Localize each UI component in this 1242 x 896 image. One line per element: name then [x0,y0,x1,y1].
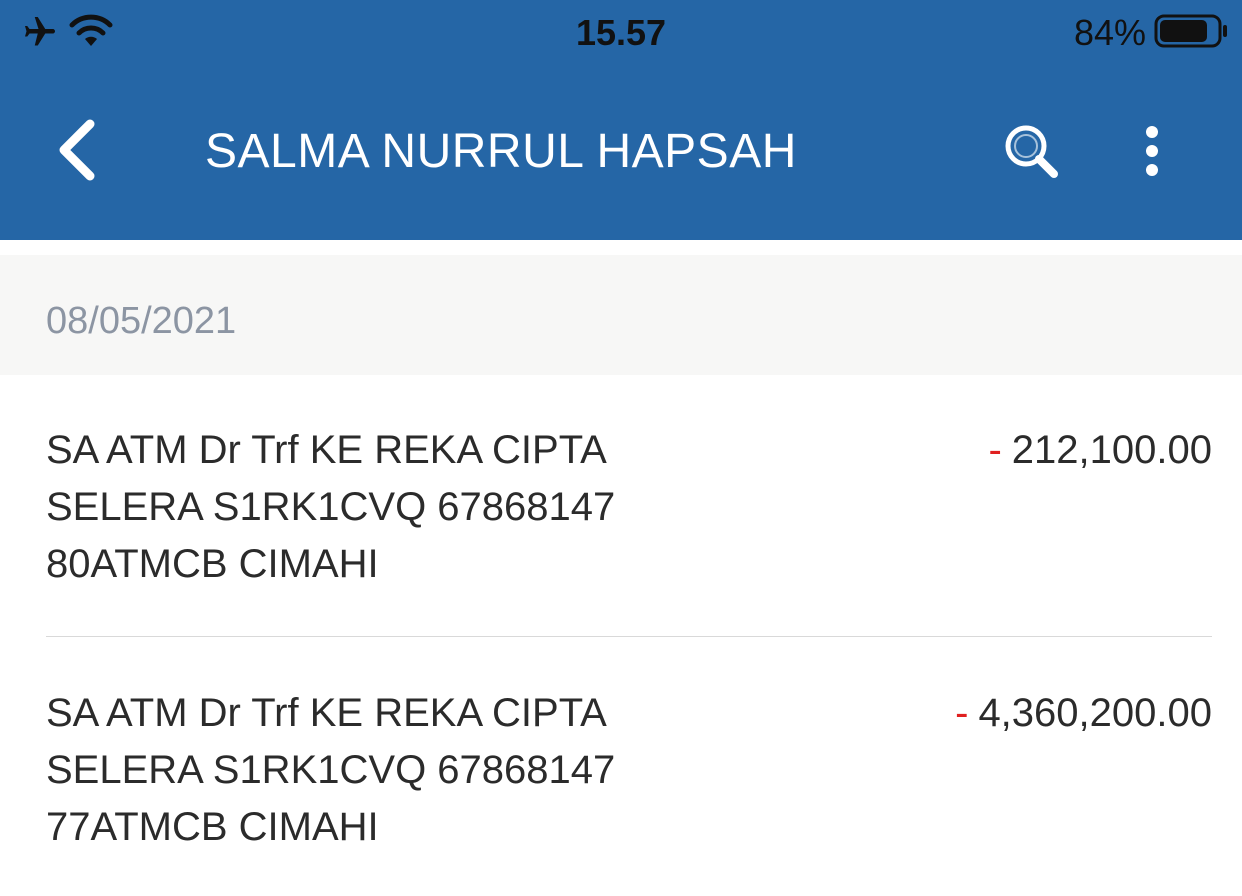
page-title: SALMA NURRUL HAPSAH [205,125,797,178]
status-time: 15.57 [575,12,667,53]
back-button[interactable] [50,112,110,188]
debit-sign: - [988,428,1002,472]
description-line: 77ATMCB CIMAHI [46,805,379,849]
amount-value: 4,360,200.00 [978,691,1212,735]
transaction-description: SA ATM Dr Trf KE REKA CIPTA SELERA S1RK1… [46,685,746,856]
row-divider [46,636,1212,637]
transaction-amount: -4,360,200.00 [955,685,1212,742]
description-line: SELERA S1RK1CVQ 67868147 [46,748,616,792]
description-line: SA ATM Dr Trf KE REKA CIPTA [46,691,607,735]
battery-percent: 84% [1073,12,1146,53]
date-label: 08/05/2021 [46,300,237,342]
app-header: 15.57 84% SALMA NURRUL HAPSAH [0,0,1242,240]
battery-icon [1154,14,1227,48]
description-line: 80ATMCB CIMAHI [46,542,379,586]
description-line: SELERA S1RK1CVQ 67868147 [46,485,616,529]
transaction-amount: -212,100.00 [988,422,1212,479]
amount-value: 212,100.00 [1011,428,1212,472]
search-icon[interactable] [1000,120,1064,184]
transaction-description: SA ATM Dr Trf KE REKA CIPTA SELERA S1RK1… [46,422,746,593]
more-vertical-icon[interactable] [1130,120,1174,184]
debit-sign: - [955,691,969,735]
description-line: SA ATM Dr Trf KE REKA CIPTA [46,428,607,472]
